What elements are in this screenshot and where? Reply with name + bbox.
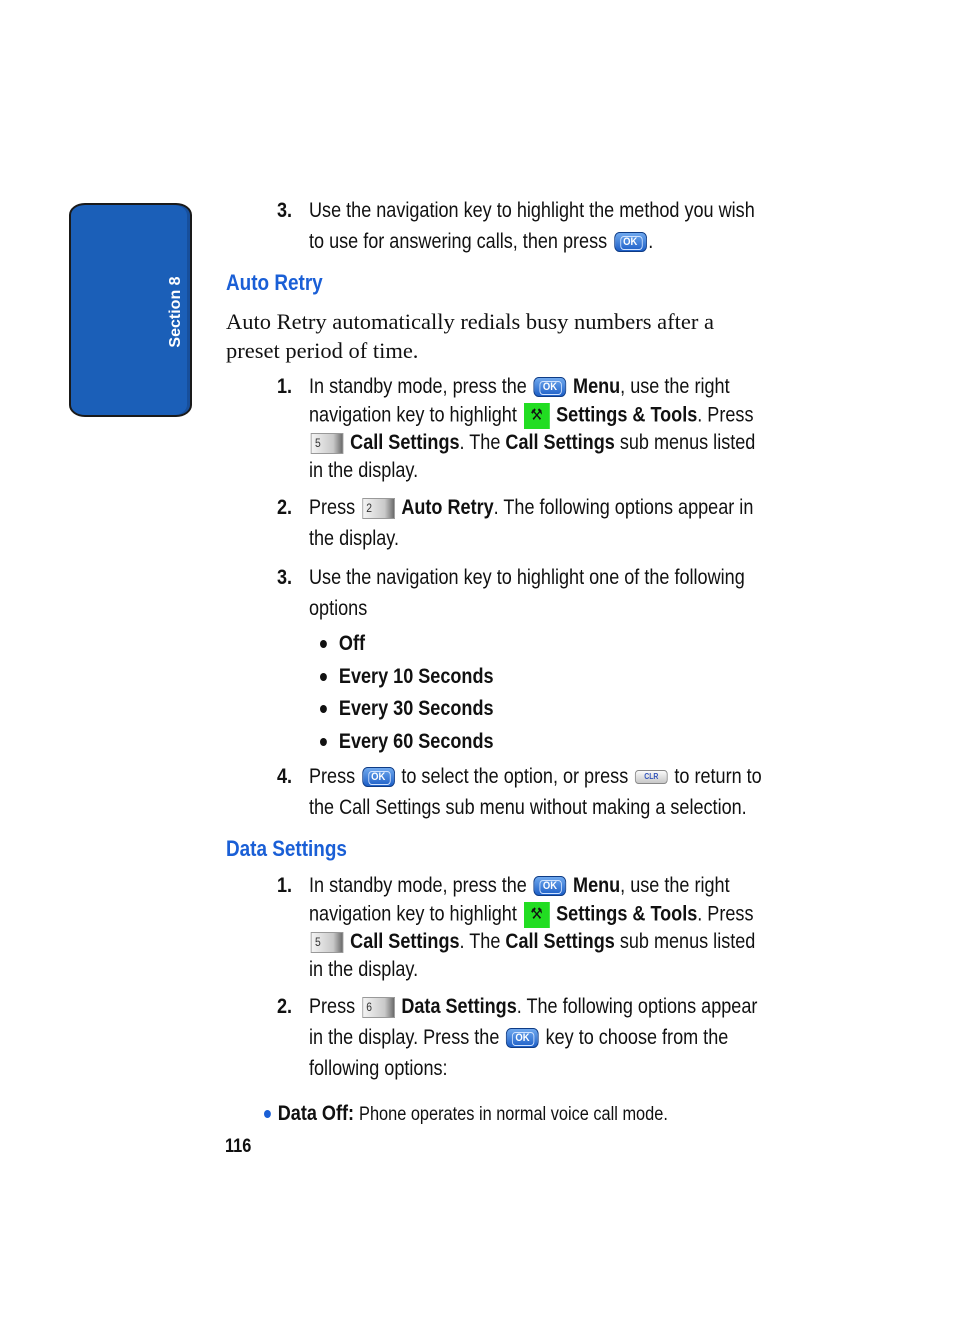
ok-key-icon: OK	[361, 767, 395, 788]
step-text: options	[309, 597, 368, 620]
step-number: 1.	[277, 375, 293, 398]
data-option-item: Data Off: Phone operates in normal voice…	[264, 1102, 668, 1127]
step-number: 1.	[277, 874, 293, 897]
section-heading-data-settings: Data Settings	[226, 836, 347, 861]
step-text: in the display.	[309, 958, 419, 981]
key-6-icon: 6	[361, 996, 395, 1018]
option-item: Every 30 Seconds	[320, 697, 494, 721]
ok-key-icon: OK	[506, 1028, 539, 1049]
key-2-icon: 2	[361, 497, 395, 519]
page-number: 116	[225, 1136, 252, 1157]
step-number: 3.	[277, 566, 293, 589]
step-number: 2.	[277, 496, 293, 519]
step-text: in the display. Press the OK key to choo…	[309, 1026, 729, 1049]
section-heading-auto-retry: Auto Retry	[226, 270, 323, 295]
step-text: the display.	[309, 527, 400, 550]
step-text: following options:	[309, 1057, 448, 1080]
step-text: in the display.	[309, 459, 419, 482]
section-tab-label: Section 8	[167, 276, 184, 348]
step-text: navigation key to highlight ⚒ Settings &…	[309, 902, 753, 928]
step-text: 5 Call Settings. The Call Settings sub m…	[309, 930, 755, 954]
step-text: Use the navigation key to highlight one …	[309, 566, 745, 589]
settings-tools-icon: ⚒	[523, 902, 550, 928]
step-text: Press 6 Data Settings. The following opt…	[309, 995, 758, 1018]
ok-key-icon: OK	[613, 232, 647, 253]
option-item: Every 60 Seconds	[320, 730, 494, 754]
step-text: In standby mode, press the OK Menu, use …	[309, 874, 730, 897]
step-text: Press OK to select the option, or press …	[309, 765, 762, 788]
ok-key-icon: OK	[533, 876, 567, 897]
step-text: 5 Call Settings. The Call Settings sub m…	[309, 431, 755, 455]
clr-key-icon: CLR	[634, 770, 668, 785]
step-text: navigation key to highlight ⚒ Settings &…	[309, 403, 753, 429]
step-number: 2.	[277, 995, 293, 1018]
option-item: Off	[320, 632, 365, 656]
key-5-icon: 5	[310, 432, 344, 454]
step-text: In standby mode, press the OK Menu, use …	[309, 375, 730, 398]
bullet-icon	[264, 1110, 271, 1119]
option-item: Every 10 Seconds	[320, 665, 494, 689]
description: Auto Retry automatically redials busy nu…	[226, 309, 714, 334]
step-number: 4.	[277, 765, 293, 788]
step-number: 3.	[277, 199, 293, 222]
key-5-icon: 5	[310, 931, 344, 953]
step-text: Use the navigation key to highlight the …	[309, 199, 755, 222]
step-text: the Call Settings sub menu without makin…	[309, 796, 747, 819]
settings-tools-icon: ⚒	[523, 403, 550, 429]
description: preset period of time.	[226, 338, 419, 363]
ok-key-icon: OK	[533, 377, 567, 398]
step-text: to use for answering calls, then press O…	[309, 230, 654, 253]
step-text: Press 2 Auto Retry. The following option…	[309, 496, 754, 519]
